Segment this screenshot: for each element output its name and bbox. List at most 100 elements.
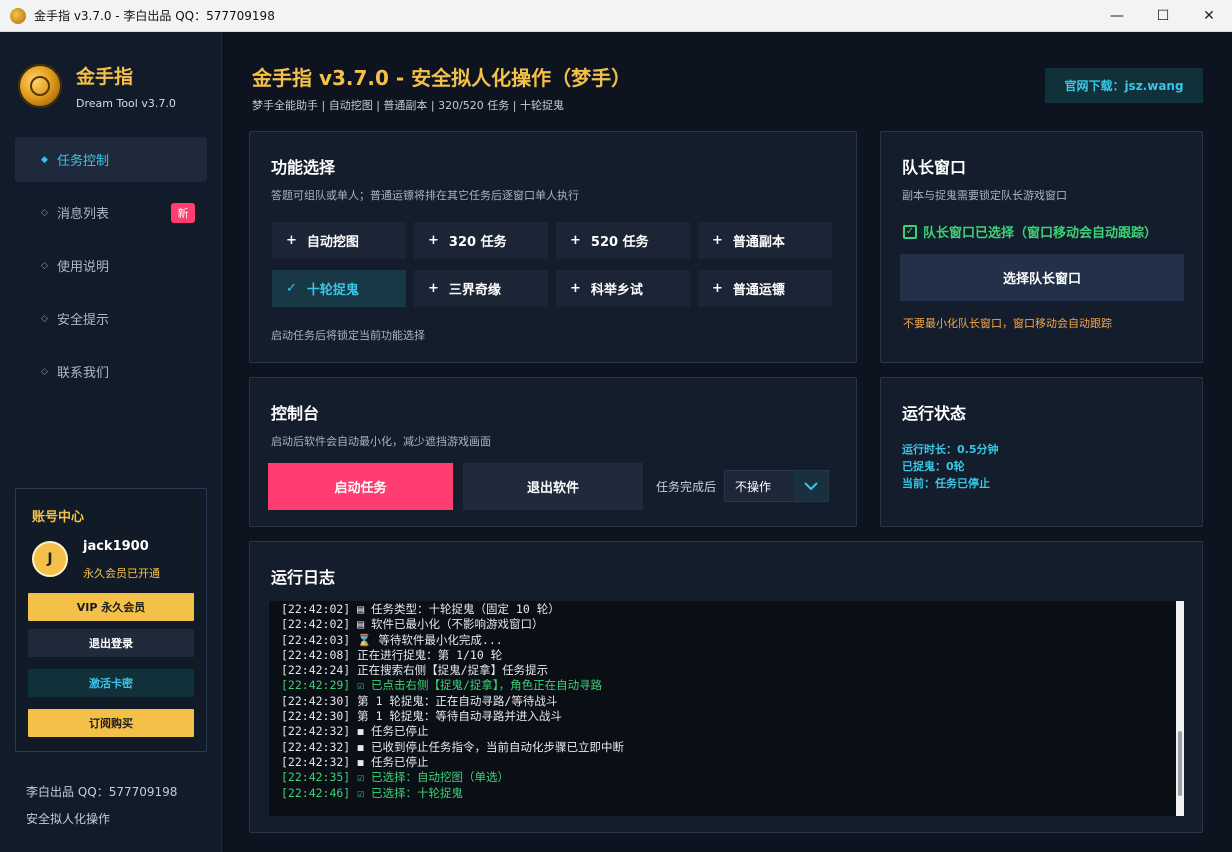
function-label: 320 任务 bbox=[448, 235, 507, 250]
status-panel: 运行状态 运行时长：0.5分钟 已捉鬼：0轮 当前：任务已停止 bbox=[880, 377, 1203, 527]
log-lines: [22:42:02] ▤ 任务类型：十轮捉鬼（固定 10 轮） [22:42:02… bbox=[281, 602, 624, 801]
function-normal-dungeon[interactable]: + 普通副本 bbox=[698, 222, 832, 259]
window-title: 金手指 v3.7.0 - 李白出品 QQ：577709198 bbox=[34, 9, 275, 23]
panel-desc: 答题可组队或单人；普通运镖将排在其它任务后逐窗口单人执行 bbox=[271, 189, 579, 202]
current-status: 当前：任务已停止 bbox=[902, 477, 990, 490]
start-task-button[interactable]: 启动任务 bbox=[268, 463, 453, 510]
log-line: [22:42:03] ⌛ 等待软件最小化完成... bbox=[281, 632, 503, 647]
new-badge: 新 bbox=[171, 203, 195, 223]
log-line: [22:42:32] ◼ 任务已停止 bbox=[281, 724, 429, 739]
leader-status-text: 队长窗口已选择（窗口移动会自动跟踪） bbox=[923, 226, 1158, 241]
brand-subtitle: Dream Tool v3.7.0 bbox=[76, 97, 176, 110]
tagline: 安全拟人化操作 bbox=[26, 812, 111, 826]
sidebar-item-label: 任务控制 bbox=[57, 154, 110, 169]
log-line: [22:42:24] 正在搜索右侧【捉鬼/捉拿】任务提示 bbox=[281, 663, 549, 678]
log-line: [22:42:30] 第 1 轮捉鬼：正在自动寻路/等待战斗 bbox=[281, 693, 558, 708]
function-label: 520 任务 bbox=[590, 235, 649, 250]
runtime-status: 运行时长：0.5分钟 bbox=[902, 443, 999, 456]
plus-icon: + bbox=[570, 233, 581, 248]
sidebar-item-instructions[interactable]: ◇ 使用说明 bbox=[15, 243, 207, 288]
window-controls: — ☐ ✕ bbox=[1094, 0, 1232, 32]
plus-icon: + bbox=[428, 233, 439, 248]
panel-desc: 副本与捉鬼需要锁定队长游戏窗口 bbox=[902, 189, 1067, 202]
logout-button[interactable]: 退出登录 bbox=[28, 629, 194, 657]
function-label: 自动挖图 bbox=[306, 235, 359, 250]
function-panel: 功能选择 答题可组队或单人；普通运镖将排在其它任务后逐窗口单人执行 + 自动挖图 … bbox=[249, 131, 857, 363]
caught-status: 已捉鬼：0轮 bbox=[902, 460, 965, 473]
panel-title: 运行日志 bbox=[271, 568, 336, 587]
function-label: 十轮捉鬼 bbox=[306, 283, 359, 298]
console-panel: 控制台 启动后软件会自动最小化，减少遮挡游戏画面 启动任务 退出软件 任务完成后… bbox=[249, 377, 857, 527]
log-line: [22:42:32] ◼ 已收到停止任务指令，当前自动化步骤已立即中断 bbox=[281, 739, 625, 754]
minimize-button[interactable]: — bbox=[1094, 0, 1140, 32]
membership-status: 永久会员已开通 bbox=[83, 567, 160, 580]
account-title: 账号中心 bbox=[32, 510, 85, 525]
log-line: [22:42:35] ☑ 已选择：自动挖图（单选） bbox=[281, 770, 510, 785]
function-three-realms[interactable]: + 三界奇缘 bbox=[414, 270, 548, 307]
author-info: 李白出品 QQ：577709198 bbox=[26, 785, 178, 799]
function-escort[interactable]: + 普通运镖 bbox=[698, 270, 832, 307]
plus-icon: + bbox=[428, 281, 439, 296]
function-label: 普通运镖 bbox=[732, 283, 785, 298]
panel-desc: 启动后软件会自动最小化，减少遮挡游戏画面 bbox=[271, 435, 491, 448]
sidebar-item-label: 安全提示 bbox=[57, 313, 110, 328]
panel-title: 功能选择 bbox=[271, 158, 336, 177]
sidebar-item-safety-tips[interactable]: ◇ 安全提示 bbox=[15, 296, 207, 341]
brand-coin-logo-icon bbox=[18, 64, 62, 108]
chevron-down-icon bbox=[794, 471, 828, 501]
function-imperial-exam[interactable]: + 科举乡试 bbox=[556, 270, 690, 307]
vip-button[interactable]: VIP 永久会员 bbox=[28, 593, 194, 621]
function-label: 普通副本 bbox=[732, 235, 785, 250]
maximize-button[interactable]: ☐ bbox=[1140, 0, 1186, 32]
dot-icon: ◇ bbox=[41, 260, 48, 271]
brand-name: 金手指 bbox=[76, 66, 134, 88]
dot-icon: ◇ bbox=[41, 366, 48, 377]
function-label: 科举乡试 bbox=[590, 283, 643, 298]
log-line: [22:42:02] ▤ 任务类型：十轮捉鬼（固定 10 轮） bbox=[281, 602, 560, 616]
sidebar-item-task-control[interactable]: ◆ 任务控制 bbox=[15, 137, 207, 182]
log-output[interactable]: [22:42:02] ▤ 任务类型：十轮捉鬼（固定 10 轮） [22:42:02… bbox=[269, 601, 1184, 816]
after-complete-select[interactable]: 不操作 bbox=[724, 470, 829, 502]
leader-panel: 队长窗口 副本与捉鬼需要锁定队长游戏窗口 ✓ 队长窗口已选择（窗口移动会自动跟踪… bbox=[880, 131, 1203, 363]
panel-title: 控制台 bbox=[271, 404, 320, 423]
plus-icon: + bbox=[570, 281, 581, 296]
function-ghost-hunt[interactable]: ✓ 十轮捉鬼 bbox=[272, 270, 406, 307]
avatar: J bbox=[32, 541, 68, 577]
sidebar-item-messages[interactable]: ◇ 消息列表 新 bbox=[15, 190, 207, 235]
log-line: [22:42:32] ◼ 任务已停止 bbox=[281, 754, 429, 769]
official-site-button[interactable]: 官网下载：jsz.wang bbox=[1045, 68, 1203, 103]
subscribe-button[interactable]: 订阅购买 bbox=[28, 709, 194, 737]
activate-key-button[interactable]: 激活卡密 bbox=[28, 669, 194, 697]
active-dot-icon: ◆ bbox=[41, 154, 48, 165]
after-complete-value: 不操作 bbox=[735, 479, 772, 494]
checkbox-checked-icon: ✓ bbox=[903, 224, 917, 239]
log-panel: 运行日志 [22:42:02] ▤ 任务类型：十轮捉鬼（固定 10 轮） [22:… bbox=[249, 541, 1203, 833]
close-button[interactable]: ✕ bbox=[1186, 0, 1232, 32]
log-line: [22:42:08] 正在进行捉鬼：第 1/10 轮 bbox=[281, 647, 503, 662]
log-line: [22:42:30] 第 1 轮捉鬼：等待自动寻路并进入战斗 bbox=[281, 709, 562, 724]
panel-title: 运行状态 bbox=[902, 404, 967, 423]
page-title: 金手指 v3.7.0 - 安全拟人化操作（梦手） bbox=[252, 66, 632, 90]
log-scrollbar[interactable] bbox=[1176, 601, 1184, 816]
sidebar: 金手指 Dream Tool v3.7.0 ◆ 任务控制 ◇ 消息列表 新 ◇ … bbox=[0, 32, 222, 852]
function-note: 启动任务后将锁定当前功能选择 bbox=[271, 329, 425, 342]
after-complete-label: 任务完成后 bbox=[656, 480, 717, 494]
function-task-320[interactable]: +320 任务 bbox=[414, 222, 548, 259]
panel-title: 队长窗口 bbox=[902, 158, 967, 177]
exit-software-button[interactable]: 退出软件 bbox=[463, 463, 643, 510]
select-leader-window-button[interactable]: 选择队长窗口 bbox=[900, 254, 1184, 301]
log-line: [22:42:29] ☑ 已点击右侧【捉鬼/捉拿】，角色正在自动寻路 bbox=[281, 678, 603, 693]
leader-warning: 不要最小化队长窗口，窗口移动会自动跟踪 bbox=[903, 317, 1112, 330]
sidebar-item-contact[interactable]: ◇ 联系我们 bbox=[15, 349, 207, 394]
log-line: [22:42:46] ☑ 已选择：十轮捉鬼 bbox=[281, 785, 464, 800]
page-subtitle: 梦手全能助手 | 自动挖图 | 普通副本 | 320/520 任务 | 十轮捉鬼 bbox=[252, 99, 564, 112]
log-line: [22:42:02] ▤ 软件已最小化（不影响游戏窗口） bbox=[281, 617, 544, 632]
scrollbar-thumb[interactable] bbox=[1178, 731, 1182, 796]
function-auto-dig[interactable]: + 自动挖图 bbox=[272, 222, 406, 259]
plus-icon: + bbox=[286, 233, 297, 248]
check-icon: ✓ bbox=[286, 281, 297, 296]
sidebar-item-label: 消息列表 bbox=[57, 207, 110, 222]
window-titlebar: 金手指 v3.7.0 - 李白出品 QQ：577709198 — ☐ ✕ bbox=[0, 0, 1232, 32]
sidebar-item-label: 联系我们 bbox=[57, 366, 110, 381]
function-task-520[interactable]: +520 任务 bbox=[556, 222, 690, 259]
